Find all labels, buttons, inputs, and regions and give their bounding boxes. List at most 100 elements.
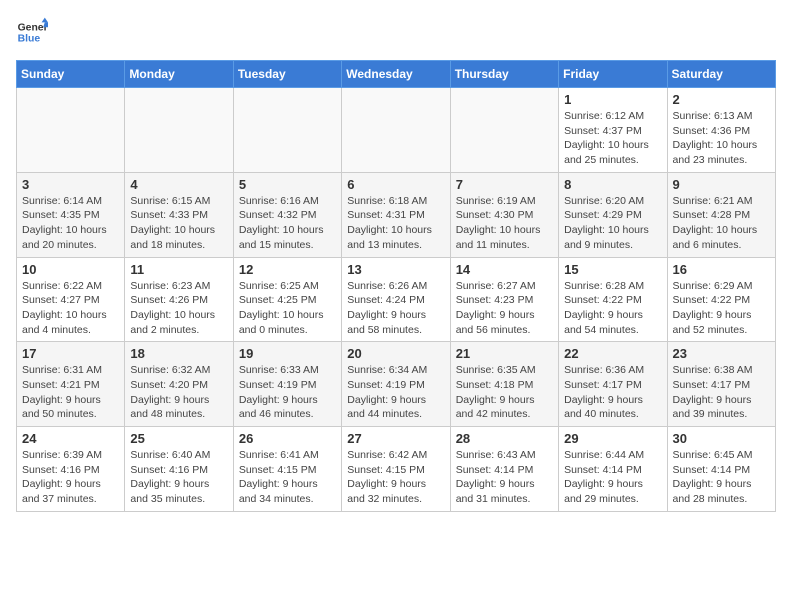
day-number: 10: [22, 262, 119, 277]
day-info: Sunrise: 6:45 AM Sunset: 4:14 PM Dayligh…: [673, 448, 770, 507]
day-info: Sunrise: 6:20 AM Sunset: 4:29 PM Dayligh…: [564, 194, 661, 253]
calendar-cell: 2 Sunrise: 6:13 AM Sunset: 4:36 PM Daylig…: [667, 88, 775, 173]
calendar-cell: 6 Sunrise: 6:18 AM Sunset: 4:31 PM Daylig…: [342, 172, 450, 257]
week-row: 1 Sunrise: 6:12 AM Sunset: 4:37 PM Daylig…: [17, 88, 776, 173]
col-header-tuesday: Tuesday: [233, 61, 341, 88]
calendar-cell: [233, 88, 341, 173]
col-header-wednesday: Wednesday: [342, 61, 450, 88]
day-number: 12: [239, 262, 336, 277]
day-number: 27: [347, 431, 444, 446]
day-number: 9: [673, 177, 770, 192]
col-header-saturday: Saturday: [667, 61, 775, 88]
day-info: Sunrise: 6:31 AM Sunset: 4:21 PM Dayligh…: [22, 363, 119, 422]
calendar-cell: 16 Sunrise: 6:29 AM Sunset: 4:22 PM Dayli…: [667, 257, 775, 342]
day-number: 3: [22, 177, 119, 192]
day-number: 19: [239, 346, 336, 361]
day-info: Sunrise: 6:36 AM Sunset: 4:17 PM Dayligh…: [564, 363, 661, 422]
col-header-sunday: Sunday: [17, 61, 125, 88]
calendar-cell: 13 Sunrise: 6:26 AM Sunset: 4:24 PM Dayli…: [342, 257, 450, 342]
calendar-cell: 26Sunrise: 6:41 AM Sunset: 4:15 PM Dayli…: [233, 427, 341, 512]
day-number: 6: [347, 177, 444, 192]
calendar-cell: 18Sunrise: 6:32 AM Sunset: 4:20 PM Dayli…: [125, 342, 233, 427]
svg-text:Blue: Blue: [18, 34, 41, 45]
day-info: Sunrise: 6:16 AM Sunset: 4:32 PM Dayligh…: [239, 194, 336, 253]
calendar-cell: 4 Sunrise: 6:15 AM Sunset: 4:33 PM Daylig…: [125, 172, 233, 257]
day-info: Sunrise: 6:12 AM Sunset: 4:37 PM Dayligh…: [564, 109, 661, 168]
calendar-cell: 15Sunrise: 6:28 AM Sunset: 4:22 PM Dayli…: [559, 257, 667, 342]
day-info: Sunrise: 6:19 AM Sunset: 4:30 PM Dayligh…: [456, 194, 553, 253]
day-info: Sunrise: 6:29 AM Sunset: 4:22 PM Dayligh…: [673, 279, 770, 338]
week-row: 10 Sunrise: 6:22 AM Sunset: 4:27 PM Dayli…: [17, 257, 776, 342]
day-number: 21: [456, 346, 553, 361]
header-row: SundayMondayTuesdayWednesdayThursdayFrid…: [17, 61, 776, 88]
calendar-cell: 30 Sunrise: 6:45 AM Sunset: 4:14 PM Dayli…: [667, 427, 775, 512]
calendar-cell: 17 Sunrise: 6:31 AM Sunset: 4:21 PM Dayli…: [17, 342, 125, 427]
day-number: 18: [130, 346, 227, 361]
day-number: 7: [456, 177, 553, 192]
calendar-cell: [125, 88, 233, 173]
day-info: Sunrise: 6:34 AM Sunset: 4:19 PM Dayligh…: [347, 363, 444, 422]
calendar-cell: 1 Sunrise: 6:12 AM Sunset: 4:37 PM Daylig…: [559, 88, 667, 173]
day-number: 28: [456, 431, 553, 446]
calendar-cell: 12 Sunrise: 6:25 AM Sunset: 4:25 PM Dayli…: [233, 257, 341, 342]
calendar-cell: 14 Sunrise: 6:27 AM Sunset: 4:23 PM Dayli…: [450, 257, 558, 342]
calendar-cell: 27 Sunrise: 6:42 AM Sunset: 4:15 PM Dayli…: [342, 427, 450, 512]
day-info: Sunrise: 6:26 AM Sunset: 4:24 PM Dayligh…: [347, 279, 444, 338]
day-number: 16: [673, 262, 770, 277]
calendar-cell: 24Sunrise: 6:39 AM Sunset: 4:16 PM Dayli…: [17, 427, 125, 512]
calendar-cell: 20 Sunrise: 6:34 AM Sunset: 4:19 PM Dayli…: [342, 342, 450, 427]
logo: General Blue: [16, 16, 48, 48]
day-number: 2: [673, 92, 770, 107]
calendar-table: SundayMondayTuesdayWednesdayThursdayFrid…: [16, 60, 776, 512]
day-number: 14: [456, 262, 553, 277]
week-row: 3Sunrise: 6:14 AM Sunset: 4:35 PM Daylig…: [17, 172, 776, 257]
day-info: Sunrise: 6:25 AM Sunset: 4:25 PM Dayligh…: [239, 279, 336, 338]
day-info: Sunrise: 6:13 AM Sunset: 4:36 PM Dayligh…: [673, 109, 770, 168]
day-number: 26: [239, 431, 336, 446]
calendar-cell: 23Sunrise: 6:38 AM Sunset: 4:17 PM Dayli…: [667, 342, 775, 427]
day-number: 30: [673, 431, 770, 446]
col-header-thursday: Thursday: [450, 61, 558, 88]
day-info: Sunrise: 6:40 AM Sunset: 4:16 PM Dayligh…: [130, 448, 227, 507]
calendar-cell: 21 Sunrise: 6:35 AM Sunset: 4:18 PM Dayli…: [450, 342, 558, 427]
calendar-cell: 5 Sunrise: 6:16 AM Sunset: 4:32 PM Daylig…: [233, 172, 341, 257]
week-row: 24Sunrise: 6:39 AM Sunset: 4:16 PM Dayli…: [17, 427, 776, 512]
col-header-friday: Friday: [559, 61, 667, 88]
logo-icon: General Blue: [16, 16, 48, 48]
calendar-cell: [17, 88, 125, 173]
header: General Blue: [16, 16, 776, 48]
day-number: 5: [239, 177, 336, 192]
day-number: 11: [130, 262, 227, 277]
day-number: 20: [347, 346, 444, 361]
calendar-cell: 9Sunrise: 6:21 AM Sunset: 4:28 PM Daylig…: [667, 172, 775, 257]
day-number: 4: [130, 177, 227, 192]
day-info: Sunrise: 6:22 AM Sunset: 4:27 PM Dayligh…: [22, 279, 119, 338]
calendar-cell: 22 Sunrise: 6:36 AM Sunset: 4:17 PM Dayli…: [559, 342, 667, 427]
day-number: 24: [22, 431, 119, 446]
day-number: 1: [564, 92, 661, 107]
col-header-monday: Monday: [125, 61, 233, 88]
calendar-cell: [342, 88, 450, 173]
calendar-cell: 28 Sunrise: 6:43 AM Sunset: 4:14 PM Dayli…: [450, 427, 558, 512]
day-info: Sunrise: 6:35 AM Sunset: 4:18 PM Dayligh…: [456, 363, 553, 422]
calendar-cell: 7 Sunrise: 6:19 AM Sunset: 4:30 PM Daylig…: [450, 172, 558, 257]
day-number: 22: [564, 346, 661, 361]
day-info: Sunrise: 6:42 AM Sunset: 4:15 PM Dayligh…: [347, 448, 444, 507]
day-info: Sunrise: 6:27 AM Sunset: 4:23 PM Dayligh…: [456, 279, 553, 338]
calendar-cell: 29Sunrise: 6:44 AM Sunset: 4:14 PM Dayli…: [559, 427, 667, 512]
calendar-cell: 11 Sunrise: 6:23 AM Sunset: 4:26 PM Dayli…: [125, 257, 233, 342]
day-number: 13: [347, 262, 444, 277]
calendar-cell: [450, 88, 558, 173]
day-number: 23: [673, 346, 770, 361]
day-info: Sunrise: 6:15 AM Sunset: 4:33 PM Dayligh…: [130, 194, 227, 253]
day-number: 15: [564, 262, 661, 277]
day-number: 17: [22, 346, 119, 361]
day-number: 25: [130, 431, 227, 446]
day-info: Sunrise: 6:43 AM Sunset: 4:14 PM Dayligh…: [456, 448, 553, 507]
day-info: Sunrise: 6:44 AM Sunset: 4:14 PM Dayligh…: [564, 448, 661, 507]
calendar-cell: 3Sunrise: 6:14 AM Sunset: 4:35 PM Daylig…: [17, 172, 125, 257]
day-info: Sunrise: 6:18 AM Sunset: 4:31 PM Dayligh…: [347, 194, 444, 253]
calendar-cell: 25 Sunrise: 6:40 AM Sunset: 4:16 PM Dayli…: [125, 427, 233, 512]
week-row: 17 Sunrise: 6:31 AM Sunset: 4:21 PM Dayli…: [17, 342, 776, 427]
day-info: Sunrise: 6:23 AM Sunset: 4:26 PM Dayligh…: [130, 279, 227, 338]
